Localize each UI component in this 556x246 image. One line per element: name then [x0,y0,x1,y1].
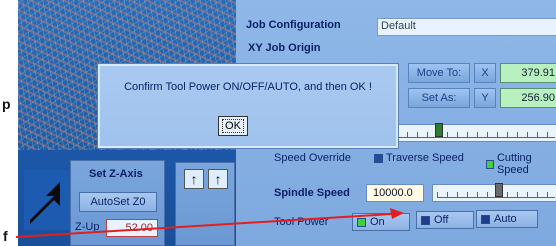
traverse-speed-label: Traverse Speed [386,152,464,164]
spindle-speed-field[interactable]: 10000.0 [366,184,424,202]
dialog-ok-button[interactable]: OK [218,116,248,136]
page-margin: p f [0,0,18,246]
spindle-speed-label: Spindle Speed [274,187,350,199]
tool-power-off-label: Off [434,214,449,226]
jog-up-arrow-icon[interactable]: ↑ [184,169,204,189]
jog-up-small-arrow-icon[interactable]: ↑ [208,169,228,189]
photo-of-screen: p f Job Configuration Default XY Job Ori… [0,0,556,246]
xy-origin-label: XY Job Origin [248,42,321,54]
spindle-speed-thumb[interactable] [495,183,503,197]
tool-power-off-indicator [421,215,430,225]
tool-power-on-indicator [357,217,366,227]
tool-power-off-toggle[interactable]: Off [416,211,474,229]
traverse-speed-checkbox[interactable]: Traverse Speed [374,152,464,164]
confirm-tool-power-dialog: Confirm Tool Power ON/OFF/AUTO, and then… [98,64,398,148]
spindle-speed-slider[interactable] [432,183,556,202]
job-config-label: Job Configuration [246,19,341,31]
dialog-message: Confirm Tool Power ON/OFF/AUTO, and then… [124,81,372,93]
cnc-control-screen: Job Configuration Default XY Job Origin … [18,0,556,246]
jog-controls-panel: ↑ ↑ [175,162,235,246]
x-value-field[interactable]: 379.91 [500,63,556,83]
y-axis-label: Y [474,88,496,108]
traverse-checkbox-box[interactable] [374,153,383,163]
set-as-button[interactable]: Set As: [408,88,470,108]
tool-power-auto-label: Auto [494,213,517,225]
tool-power-label: Tool Power [274,216,329,228]
tool-power-on-toggle[interactable]: On [352,213,410,231]
dialog-ok-label: OK [222,119,244,133]
jog-diagonal-arrow-icon[interactable] [24,170,74,230]
z-up-field[interactable]: 52.00 [106,219,158,237]
autoset-z0-button[interactable]: AutoSet Z0 [79,192,157,212]
tool-power-auto-indicator [481,214,490,224]
cutting-checkbox-box[interactable] [486,159,494,169]
cutting-speed-label: Cutting Speed [496,152,532,176]
speed-override-thumb[interactable] [435,123,443,137]
annotation-letter-bottom: f [3,228,8,244]
z-up-label: Z-Up [75,221,100,233]
tool-power-on-label: On [370,216,385,228]
tool-power-auto-toggle[interactable]: Auto [476,210,538,228]
x-axis-label: X [474,63,496,83]
move-to-button[interactable]: Move To: [408,63,470,83]
set-z-axis-title: Set Z-Axis [89,168,143,180]
annotation-letter-top: p [2,96,11,112]
job-config-select[interactable]: Default [377,18,556,36]
set-z-axis-panel: Set Z-Axis AutoSet Z0 Z-Up 52.00 [70,160,165,246]
cutting-speed-checkbox[interactable]: Cutting Speed [486,152,556,176]
y-value-field[interactable]: 256.90 [500,88,556,108]
speed-override-label: Speed Override [274,152,352,164]
